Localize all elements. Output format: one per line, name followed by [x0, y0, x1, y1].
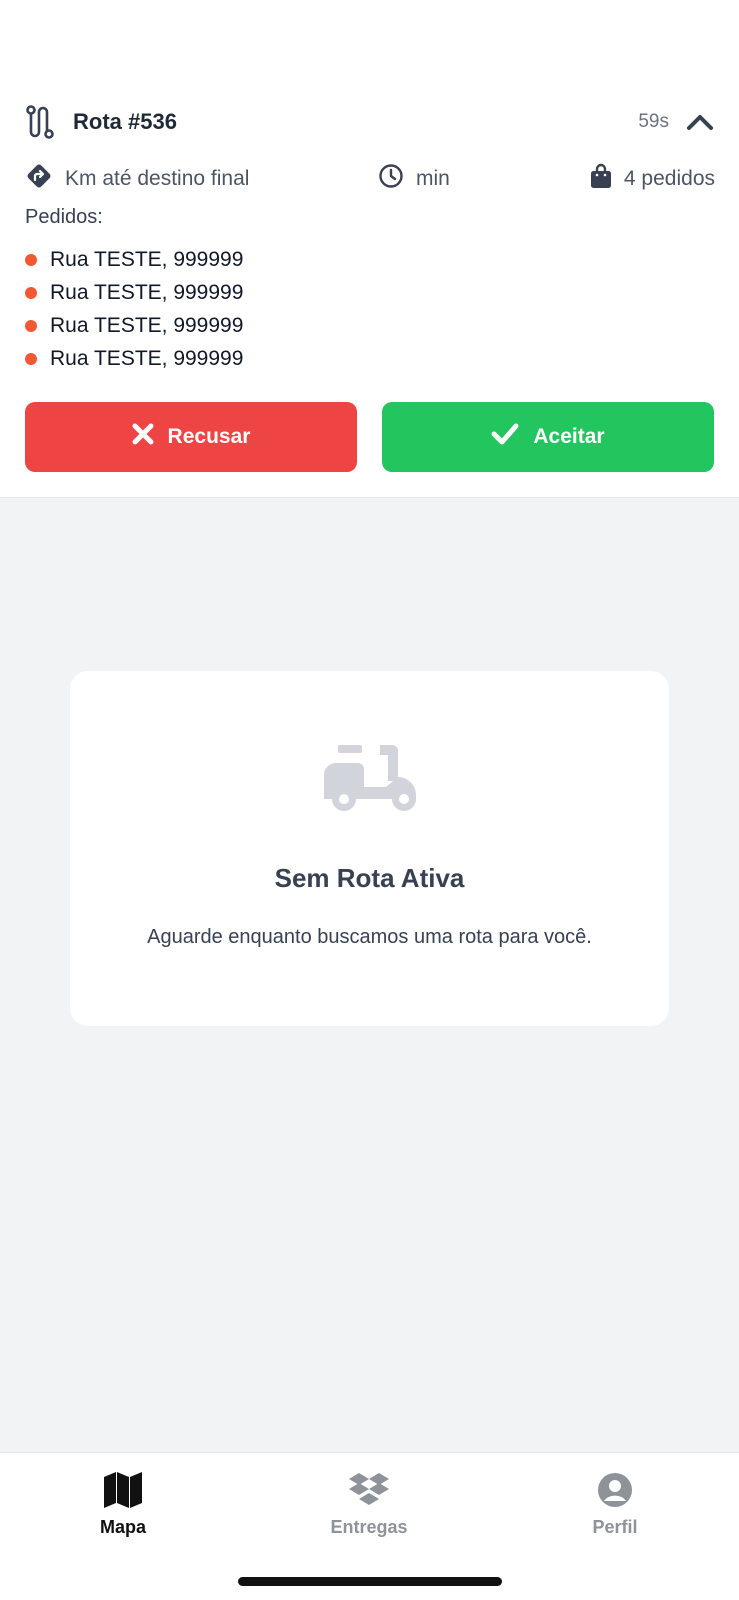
order-dot-icon	[25, 319, 37, 332]
chevron-up-icon[interactable]	[685, 107, 715, 137]
nav-item-perfil[interactable]: Perfil	[535, 1469, 695, 1538]
map-icon	[102, 1469, 144, 1511]
nav-item-mapa[interactable]: Mapa	[43, 1469, 203, 1538]
orders-stat: 4 pedidos	[590, 163, 715, 195]
scooter-icon	[320, 741, 420, 813]
direction-sign-icon	[25, 162, 53, 196]
boxes-icon	[348, 1469, 390, 1511]
order-address: Rua TESTE, 999999	[50, 313, 244, 337]
nav-item-entregas[interactable]: Entregas	[289, 1469, 449, 1538]
order-item: Rua TESTE, 999999	[25, 342, 243, 375]
time-text: min	[416, 167, 450, 190]
order-item: Rua TESTE, 999999	[25, 276, 243, 309]
order-dot-icon	[25, 253, 37, 266]
clock-icon	[378, 163, 404, 195]
check-icon	[491, 423, 519, 451]
user-circle-icon	[594, 1469, 636, 1511]
route-icon	[25, 105, 55, 139]
nav-label-entregas: Entregas	[330, 1517, 408, 1537]
order-item: Rua TESTE, 999999	[25, 243, 243, 276]
accept-button-label: Aceitar	[533, 425, 605, 448]
distance-stat: Km até destino final	[25, 162, 355, 196]
route-stats: Km até destino final min 4 pedidos	[25, 162, 715, 196]
order-dot-icon	[25, 352, 37, 365]
order-address: Rua TESTE, 999999	[50, 280, 244, 304]
route-offer-panel: Rota #536 59s Km até destino final min 4…	[0, 0, 739, 498]
empty-state-message: Aguarde enquanto buscamos uma rota para …	[147, 926, 592, 948]
accept-button[interactable]: Aceitar	[382, 402, 714, 472]
order-address: Rua TESTE, 999999	[50, 346, 244, 370]
nav-label-perfil: Perfil	[592, 1517, 638, 1537]
home-indicator[interactable]	[238, 1577, 502, 1586]
shopping-bag-icon	[590, 163, 612, 195]
countdown-timer: 59s	[638, 111, 669, 132]
orders-label: Pedidos:	[25, 206, 103, 228]
empty-state-title: Sem Rota Ativa	[274, 863, 465, 893]
reject-button[interactable]: Recusar	[25, 402, 357, 472]
route-title: Rota #536	[73, 109, 177, 134]
close-icon	[132, 423, 154, 451]
orders-list: Rua TESTE, 999999 Rua TESTE, 999999 Rua …	[25, 243, 243, 375]
no-active-route-card: Sem Rota Ativa Aguarde enquanto buscamos…	[70, 671, 669, 1026]
order-item: Rua TESTE, 999999	[25, 309, 243, 342]
reject-button-label: Recusar	[167, 425, 251, 448]
route-header: Rota #536 59s	[25, 104, 715, 140]
route-header-right: 59s	[638, 107, 715, 137]
nav-label-mapa: Mapa	[99, 1517, 146, 1537]
orders-count-text: 4 pedidos	[623, 167, 715, 190]
distance-text: Km até destino final	[65, 167, 250, 190]
time-stat: min	[355, 163, 545, 195]
order-dot-icon	[25, 286, 37, 299]
order-address: Rua TESTE, 999999	[50, 247, 244, 271]
